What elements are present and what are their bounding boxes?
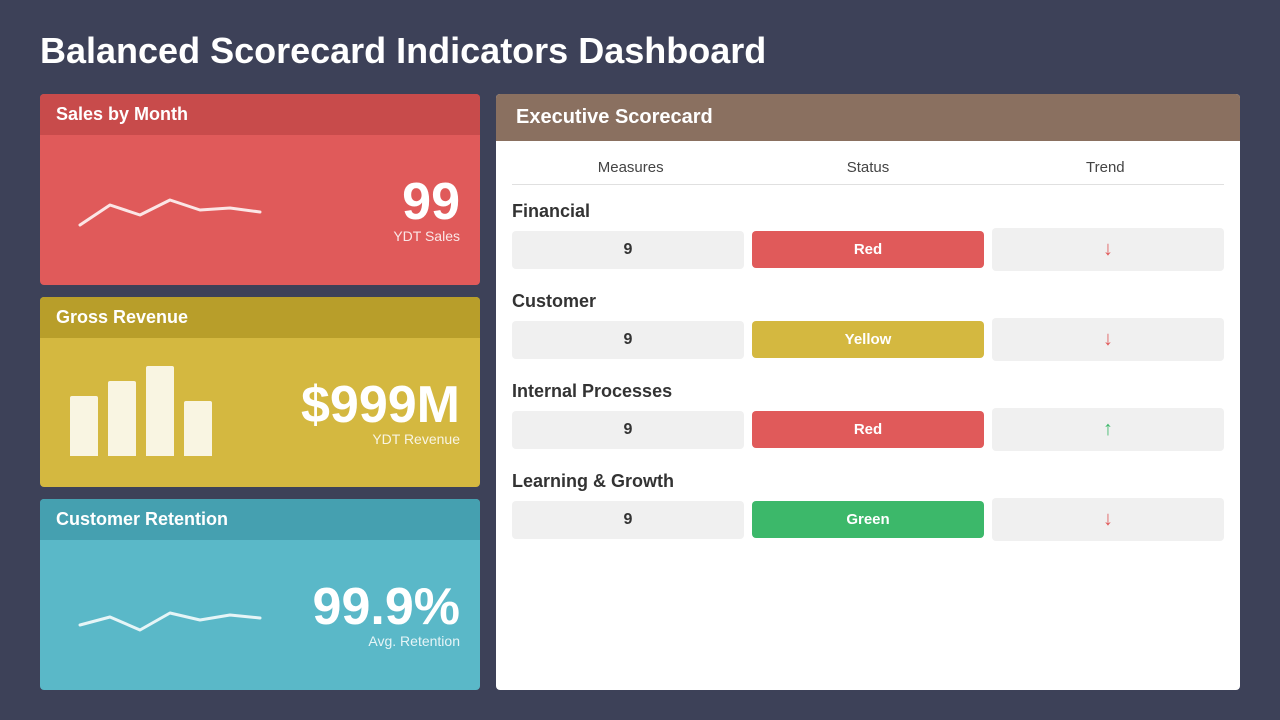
bar-3	[146, 366, 174, 456]
retention-line-chart	[60, 575, 313, 655]
bar-1	[70, 396, 98, 456]
customer-trend: ↓	[992, 318, 1224, 361]
learning-trend: ↓	[992, 498, 1224, 541]
section-learning: Learning & Growth	[512, 461, 1224, 498]
bar-2	[108, 381, 136, 456]
revenue-card-value: $999M YDT Revenue	[301, 379, 460, 447]
scorecard-header: Executive Scorecard	[496, 94, 1240, 141]
page-title: Balanced Scorecard Indicators Dashboard	[40, 30, 1240, 72]
sales-sub-label: YDT Sales	[393, 228, 460, 244]
sales-card-header: Sales by Month	[40, 94, 480, 135]
internal-trend: ↑	[992, 408, 1224, 451]
internal-value: 9	[512, 411, 744, 449]
customer-status: Yellow	[752, 321, 984, 358]
section-financial: Financial	[512, 191, 1224, 228]
sales-line-chart	[60, 170, 393, 250]
financial-trend: ↓	[992, 228, 1224, 271]
scorecard-panel: Executive Scorecard Measures Status Tren…	[496, 94, 1240, 690]
scorecard-row-learning: 9 Green ↓	[512, 498, 1224, 541]
scorecard-body: Measures Status Trend Financial 9 Red ↓ …	[496, 141, 1240, 690]
scorecard-row-financial: 9 Red ↓	[512, 228, 1224, 271]
section-internal: Internal Processes	[512, 371, 1224, 408]
revenue-card-body: $999M YDT Revenue	[40, 338, 480, 488]
col-measures: Measures	[512, 159, 749, 176]
revenue-card: Gross Revenue $999M YDT Revenue	[40, 297, 480, 488]
retention-card-header: Customer Retention	[40, 499, 480, 540]
retention-card: Customer Retention 99.9% Avg. Retention	[40, 499, 480, 690]
retention-card-body: 99.9% Avg. Retention	[40, 540, 480, 690]
sales-big-number: 99	[393, 176, 460, 228]
financial-status: Red	[752, 231, 984, 268]
retention-card-value: 99.9% Avg. Retention	[313, 581, 460, 649]
col-trend: Trend	[987, 159, 1224, 176]
sales-card-value: 99 YDT Sales	[393, 176, 460, 244]
revenue-big-number: $999M	[301, 379, 460, 431]
section-customer: Customer	[512, 281, 1224, 318]
col-status: Status	[749, 159, 986, 176]
retention-big-number: 99.9%	[313, 581, 460, 633]
financial-value: 9	[512, 231, 744, 269]
learning-value: 9	[512, 501, 744, 539]
scorecard-row-internal: 9 Red ↑	[512, 408, 1224, 451]
internal-status: Red	[752, 411, 984, 448]
customer-value: 9	[512, 321, 744, 359]
scorecard-row-customer: 9 Yellow ↓	[512, 318, 1224, 361]
revenue-card-header: Gross Revenue	[40, 297, 480, 338]
scorecard-col-headers: Measures Status Trend	[512, 151, 1224, 185]
sales-card: Sales by Month 99 YDT Sales	[40, 94, 480, 285]
left-column: Sales by Month 99 YDT Sales Gross Revenu…	[40, 94, 480, 690]
bar-4	[184, 401, 212, 456]
dashboard-grid: Sales by Month 99 YDT Sales Gross Revenu…	[40, 94, 1240, 690]
revenue-bar-chart	[60, 366, 301, 460]
sales-card-body: 99 YDT Sales	[40, 135, 480, 285]
learning-status: Green	[752, 501, 984, 538]
